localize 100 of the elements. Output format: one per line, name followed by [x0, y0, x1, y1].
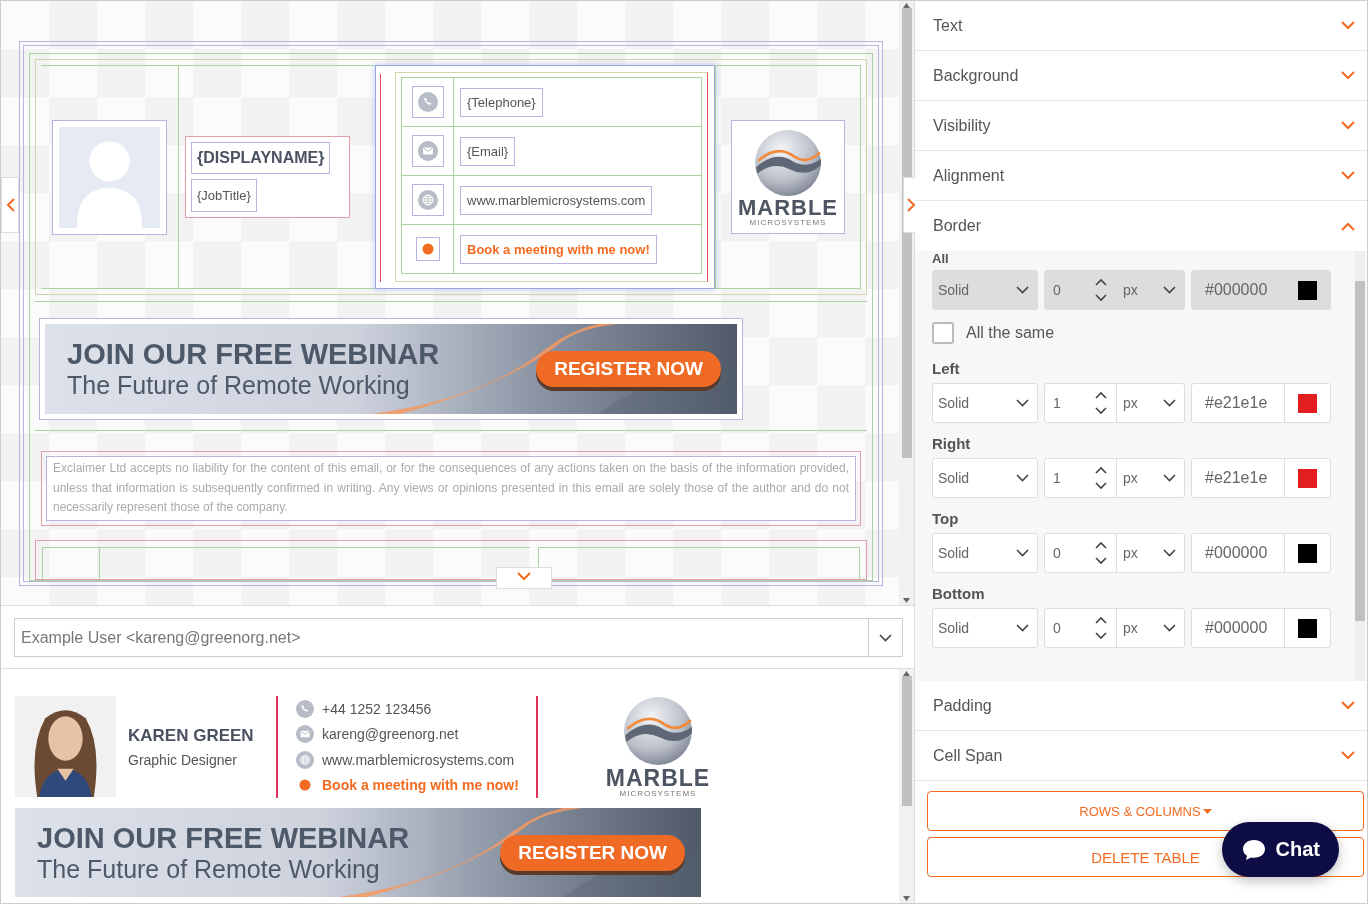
dropdown-chevron-icon: [1016, 474, 1029, 482]
envelope-icon: [417, 141, 438, 161]
stepper-icon[interactable]: [1094, 540, 1108, 566]
scrollbar-thumb[interactable]: [1355, 281, 1365, 621]
chevron-left-icon: [5, 198, 15, 212]
width-field[interactable]: 0 px: [1044, 608, 1185, 648]
color-swatch[interactable]: [1298, 468, 1317, 488]
dropdown-chevron-icon: [879, 633, 892, 642]
rows-columns-button[interactable]: ROWS & COLUMNS: [927, 791, 1364, 831]
avatar-placeholder-icon: [59, 126, 160, 228]
stepper-icon[interactable]: [1094, 615, 1108, 641]
style-select[interactable]: Solid: [932, 533, 1038, 573]
width-field[interactable]: 1 px: [1044, 458, 1185, 498]
dropdown-chevron-icon: [1016, 624, 1029, 632]
banner-title: JOIN OUR FREE WEBINAR: [37, 821, 410, 854]
contact-text: +44 1252 123456: [322, 701, 432, 717]
width-field[interactable]: 1 px: [1044, 383, 1185, 423]
chevron-down-icon: [1341, 121, 1355, 130]
section-header[interactable]: Cell Span: [915, 731, 1367, 781]
section-header[interactable]: Alignment: [915, 151, 1367, 201]
dropdown-chevron-icon: [1163, 624, 1176, 632]
dropdown-chevron-icon: [1163, 399, 1176, 407]
logo-wordmark: MARBLE: [605, 766, 711, 790]
collapse-left-button[interactable]: [1, 177, 19, 233]
phone-icon: [417, 92, 438, 112]
contact-text: www.marblemicrosystems.com: [322, 751, 515, 768]
contact-field[interactable]: {Email}: [460, 136, 516, 166]
field-label: Left: [932, 360, 961, 377]
sphere-logo-icon: [623, 696, 693, 766]
chevron-right-icon: [906, 198, 916, 212]
color-swatch[interactable]: [1298, 393, 1317, 413]
color-field[interactable]: #000000: [1191, 533, 1331, 573]
contact-field[interactable]: {Telephone}: [460, 87, 543, 117]
dropdown-chevron-icon: [1163, 286, 1176, 294]
dropdown-chevron-icon: [1163, 549, 1176, 557]
section-header[interactable]: Padding: [915, 681, 1367, 731]
section-header[interactable]: Text: [915, 1, 1367, 51]
job-title-text: Graphic Designer: [128, 752, 238, 768]
banner-subtitle: The Future of Remote Working: [37, 853, 381, 884]
style-select[interactable]: Solid: [932, 383, 1038, 423]
scroll-up-arrow[interactable]: [903, 671, 910, 676]
dropdown-chevron-icon: [1016, 399, 1029, 407]
field-label: All: [932, 251, 950, 266]
logo-wordmark: MARBLE: [737, 196, 839, 219]
dropdown-chevron-icon: [1016, 549, 1029, 557]
chevron-down-icon: [1341, 171, 1355, 180]
globe-icon: [296, 750, 314, 769]
caret-icon: [1202, 808, 1212, 814]
logo-tagline: MICROSYSTEMS: [619, 790, 697, 797]
width-field[interactable]: 0 px: [1044, 533, 1185, 573]
scrollbar-thumb[interactable]: [901, 676, 912, 806]
envelope-icon: [296, 725, 314, 744]
field-label: Right: [932, 435, 972, 452]
color-field[interactable]: #000000: [1191, 608, 1331, 648]
sphere-logo-icon: [754, 128, 822, 197]
style-select[interactable]: Solid: [932, 608, 1038, 648]
chevron-down-icon: [1341, 71, 1355, 80]
chevron-down-icon: [1341, 751, 1355, 760]
contact-field[interactable]: www.marblemicrosystems.com: [460, 185, 653, 215]
collapse-button[interactable]: [496, 566, 552, 589]
job-title-field[interactable]: {JobTitle}: [191, 179, 257, 212]
sender-select[interactable]: Example User <kareng@greenorg.net>: [14, 618, 903, 657]
checkbox[interactable]: [932, 322, 954, 344]
bullet-dot-icon: [421, 243, 434, 255]
chevron-down-icon: [1341, 21, 1355, 30]
scroll-down-arrow[interactable]: [903, 896, 910, 901]
dropdown-chevron-icon: [1016, 286, 1029, 294]
color-swatch[interactable]: [1298, 543, 1317, 563]
scroll-down-arrow[interactable]: [903, 598, 910, 603]
section-header[interactable]: Background: [915, 51, 1367, 101]
dropdown-chevron-icon: [1163, 474, 1176, 482]
scrollbar-thumb[interactable]: [901, 8, 912, 458]
color-field[interactable]: #e21e1e: [1191, 458, 1331, 498]
name-text: KAREN GREEN: [128, 726, 255, 746]
style-select[interactable]: Solid: [932, 458, 1038, 498]
speech-bubble-icon: [1241, 838, 1266, 861]
section-header[interactable]: Visibility: [915, 101, 1367, 151]
field-label: Bottom: [932, 585, 986, 602]
stepper-icon[interactable]: [1094, 390, 1108, 416]
phone-icon: [296, 700, 314, 718]
chevron-down-icon: [517, 571, 531, 581]
section-header[interactable]: Border: [915, 201, 1367, 251]
chevron-up-icon: [1341, 221, 1355, 231]
color-swatch[interactable]: [1298, 618, 1317, 638]
display-name-field[interactable]: {DISPLAYNAME}: [191, 142, 331, 174]
globe-icon: [417, 190, 438, 210]
bullet-dot-icon: [299, 779, 311, 791]
checkbox-label: All the same: [966, 324, 1055, 342]
chevron-down-icon: [1341, 701, 1355, 710]
stepper-icon[interactable]: [1094, 277, 1108, 303]
field-label: Top: [932, 510, 960, 527]
logo-tagline: MICROSYSTEMS: [749, 218, 827, 226]
banner-subtitle: The Future of Remote Working: [67, 370, 411, 400]
stepper-icon[interactable]: [1094, 465, 1108, 491]
scroll-up-arrow[interactable]: [903, 3, 910, 8]
chat-button[interactable]: Chat: [1221, 822, 1339, 877]
banner-title: JOIN OUR FREE WEBINAR: [67, 338, 440, 370]
color-field[interactable]: #e21e1e: [1191, 383, 1331, 423]
contact-text: kareng@greenorg.net: [322, 726, 459, 743]
disclaimer-text: Exclaimer Ltd accepts no liability for the content of this email, or for the consequences of any actions taken on the basis of the information provided, unless that information is subsequently confirmed in writing. Any views or opinions presented in this email are solely those of the author and do not necessarily represent those of the company.: [46, 456, 856, 521]
